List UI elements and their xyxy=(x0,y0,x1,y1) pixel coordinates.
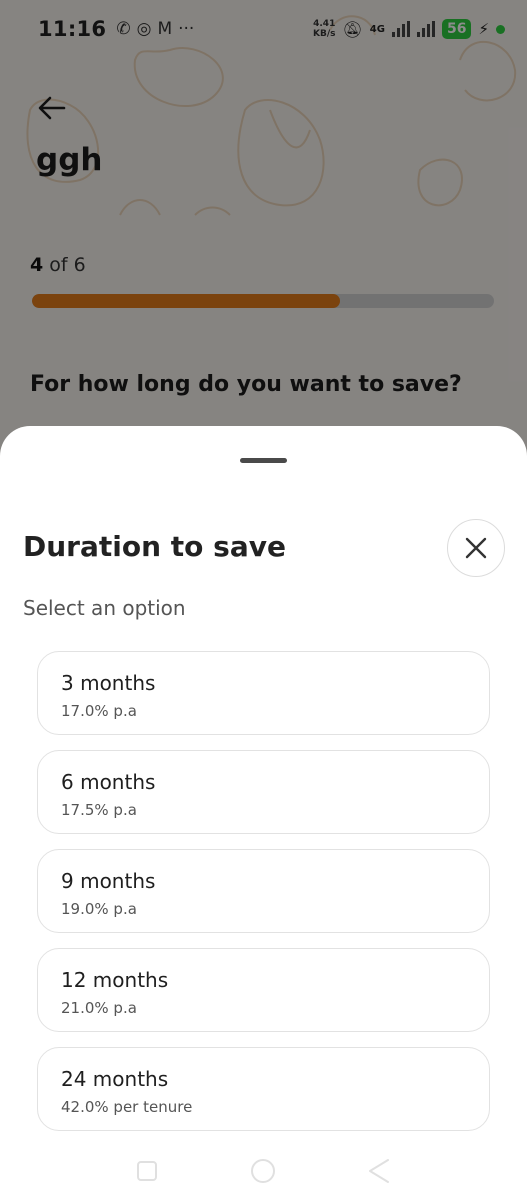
home-icon[interactable] xyxy=(246,1154,280,1188)
option-label: 24 months xyxy=(61,1067,169,1091)
system-nav-bar xyxy=(0,1140,527,1200)
duration-option[interactable]: 3 months 17.0% p.a xyxy=(37,651,490,735)
bottom-sheet: Duration to save Select an option 3 mont… xyxy=(0,426,527,1200)
duration-options: 3 months 17.0% p.a 6 months 17.5% p.a 9 … xyxy=(37,651,490,1146)
back-icon[interactable] xyxy=(362,1154,396,1188)
sheet-title: Duration to save xyxy=(23,530,286,563)
option-rate: 21.0% p.a xyxy=(61,999,137,1017)
duration-option[interactable]: 12 months 21.0% p.a xyxy=(37,948,490,1032)
sheet-subtitle: Select an option xyxy=(23,596,186,620)
option-label: 9 months xyxy=(61,869,156,893)
duration-option[interactable]: 6 months 17.5% p.a xyxy=(37,750,490,834)
option-label: 3 months xyxy=(61,671,156,695)
option-rate: 17.0% p.a xyxy=(61,702,137,720)
option-rate: 42.0% per tenure xyxy=(61,1098,193,1116)
close-button[interactable] xyxy=(447,519,505,577)
option-label: 6 months xyxy=(61,770,156,794)
drag-handle[interactable] xyxy=(240,458,287,463)
option-rate: 19.0% p.a xyxy=(61,900,137,918)
option-rate: 17.5% p.a xyxy=(61,801,137,819)
close-icon xyxy=(465,537,487,559)
duration-option[interactable]: 24 months 42.0% per tenure xyxy=(37,1047,490,1131)
option-label: 12 months xyxy=(61,968,169,992)
duration-option[interactable]: 9 months 19.0% p.a xyxy=(37,849,490,933)
recent-apps-icon[interactable] xyxy=(130,1154,164,1188)
